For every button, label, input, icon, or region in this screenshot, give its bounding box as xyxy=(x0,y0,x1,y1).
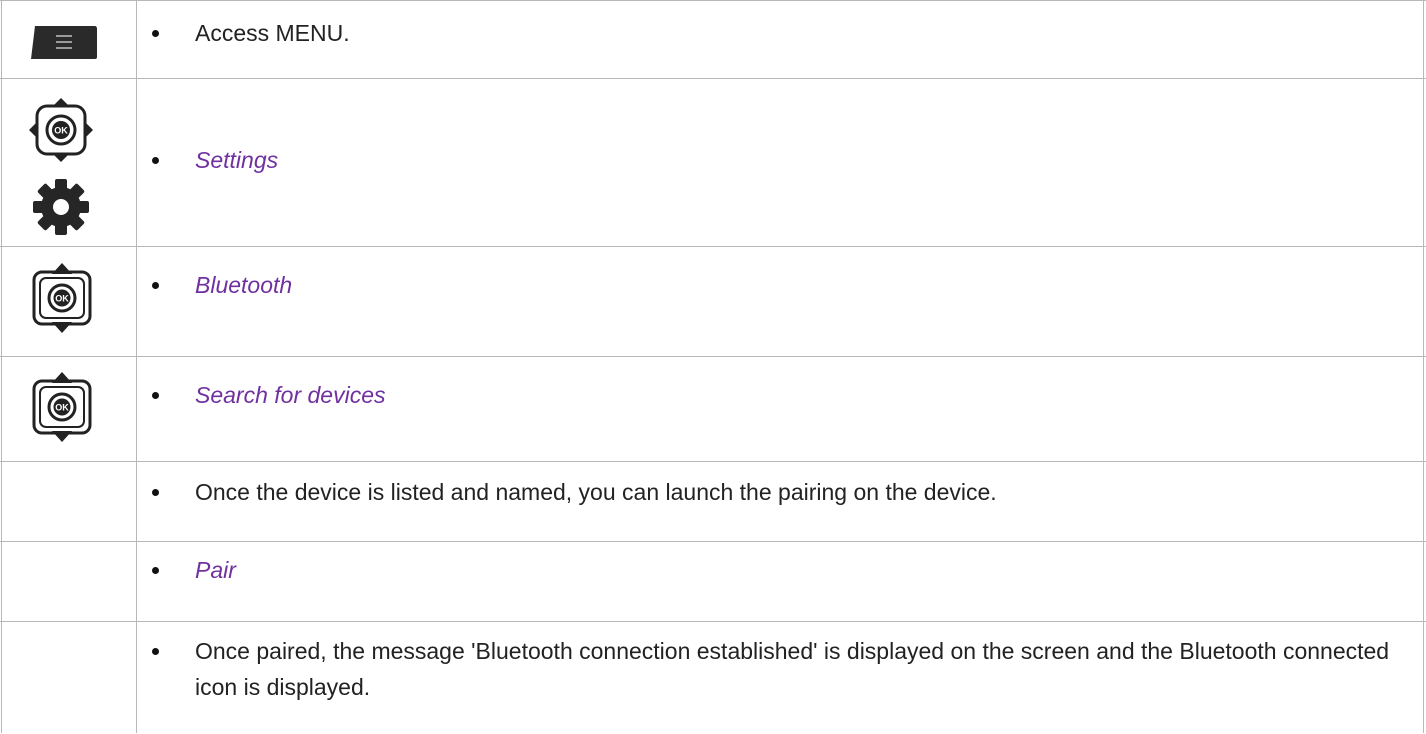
step-text: Access MENU. xyxy=(152,15,1396,51)
icon-cell xyxy=(1,622,136,734)
svg-text:OK: OK xyxy=(55,294,69,304)
table-row: OK Bluetooth xyxy=(0,247,1426,357)
table-border-middle xyxy=(136,1,137,733)
icon-cell xyxy=(1,542,136,621)
step-text: Search for devices xyxy=(152,377,1396,413)
icon-cell: OK xyxy=(1,357,136,461)
table-row: OK Search for devices xyxy=(0,357,1426,462)
svg-text:OK: OK xyxy=(55,403,69,413)
svg-text:OK: OK xyxy=(54,126,68,136)
navigator-updown-icon: OK xyxy=(32,263,92,333)
step-text: Once paired, the message 'Bluetooth conn… xyxy=(152,633,1396,705)
step-text: Once the device is listed and named, you… xyxy=(152,474,1396,510)
table-border-right xyxy=(1423,1,1424,733)
table-row: Pair xyxy=(0,542,1426,622)
instruction-table: Access MENU. OK Settings OK Bluetooth OK… xyxy=(0,0,1426,733)
table-row: Access MENU. xyxy=(0,1,1426,79)
table-row: OK Settings xyxy=(0,79,1426,247)
menu-key-icon xyxy=(31,26,97,59)
icon-cell xyxy=(1,462,136,541)
icon-cell xyxy=(1,1,136,78)
navigator-4way-icon: OK xyxy=(29,98,93,162)
step-text: Pair xyxy=(152,552,1396,588)
table-row: Once the device is listed and named, you… xyxy=(0,462,1426,542)
step-text: Settings xyxy=(152,142,1396,178)
navigator-updown-icon: OK xyxy=(32,372,92,442)
icon-cell: OK xyxy=(1,79,136,246)
icon-cell: OK xyxy=(1,247,136,356)
table-row: Once paired, the message 'Bluetooth conn… xyxy=(0,622,1426,734)
gear-icon xyxy=(33,179,89,235)
step-text: Bluetooth xyxy=(152,267,1396,303)
table-border-left xyxy=(1,1,2,733)
